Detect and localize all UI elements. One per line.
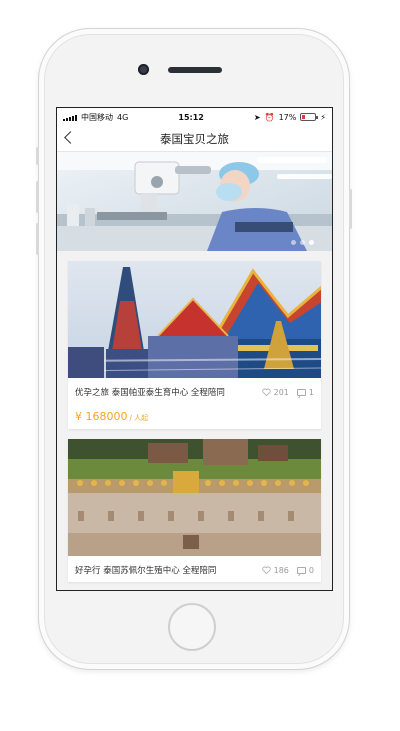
battery-percent: 17% [278,112,297,122]
page-title: 泰国宝贝之旅 [160,131,229,146]
comment-stat[interactable]: 0 [296,565,314,575]
volume-up-button [36,181,39,213]
front-camera [138,64,149,75]
comment-icon [296,388,306,396]
comment-count: 0 [308,565,314,575]
location-icon: ➤ [253,112,261,122]
earpiece-speaker [168,67,222,73]
banner-image [57,152,332,251]
alarm-icon: ⏰ [264,112,275,122]
home-button[interactable] [168,603,216,651]
banner-carousel[interactable] [57,152,332,251]
price-unit: / 人起 [129,414,149,422]
ruins-photo [68,439,321,556]
carousel-dots [291,240,314,245]
comment-icon [296,566,306,574]
package-card[interactable]: 优孕之旅 泰国帕亚泰生育中心 全程陪同 201 1 ¥ 168000 / 人起 [68,261,321,429]
comment-count: 1 [308,387,314,397]
like-stat[interactable]: 186 [261,565,289,575]
clock: 15:12 [178,112,204,122]
volume-down-button [36,223,39,255]
temple-photo [68,261,321,378]
like-count: 201 [273,387,289,397]
status-bar: 中国移动 4G 15:12 ➤ ⏰ 17% ⚡ [57,108,332,126]
package-card[interactable]: 好孕行 泰国苏佩尔生殖中心 全程陪同 186 0 [68,439,321,582]
nav-bar: 泰国宝贝之旅 [57,126,332,152]
package-stats: 186 0 [261,565,314,575]
network-type: 4G [117,112,129,122]
silent-switch [36,147,39,165]
signal-icon [63,114,77,121]
carrier-name: 中国移动 [81,112,113,122]
back-arrow-icon[interactable] [64,131,77,144]
price-row: ¥ 168000 / 人起 [75,410,314,423]
app-screen: 中国移动 4G 15:12 ➤ ⏰ 17% ⚡ 泰国宝贝之旅 优孕之旅 泰国帕亚… [56,107,333,591]
like-stat[interactable]: 201 [261,387,289,397]
heart-icon [261,388,271,396]
power-button [349,189,352,229]
charging-icon: ⚡ [320,112,326,122]
heart-icon [261,566,271,574]
comment-stat[interactable]: 1 [296,387,314,397]
carousel-dot-active[interactable] [309,240,314,245]
carousel-dot[interactable] [291,240,296,245]
package-list: 优孕之旅 泰国帕亚泰生育中心 全程陪同 201 1 ¥ 168000 / 人起 … [57,251,332,582]
package-stats: 201 1 [261,387,314,397]
package-title: 优孕之旅 泰国帕亚泰生育中心 全程陪同 [75,388,225,398]
like-count: 186 [273,565,289,575]
price: ¥ 168000 [75,410,128,423]
package-title: 好孕行 泰国苏佩尔生殖中心 全程陪同 [75,566,217,576]
carousel-dot[interactable] [300,240,305,245]
battery-icon [300,113,319,121]
